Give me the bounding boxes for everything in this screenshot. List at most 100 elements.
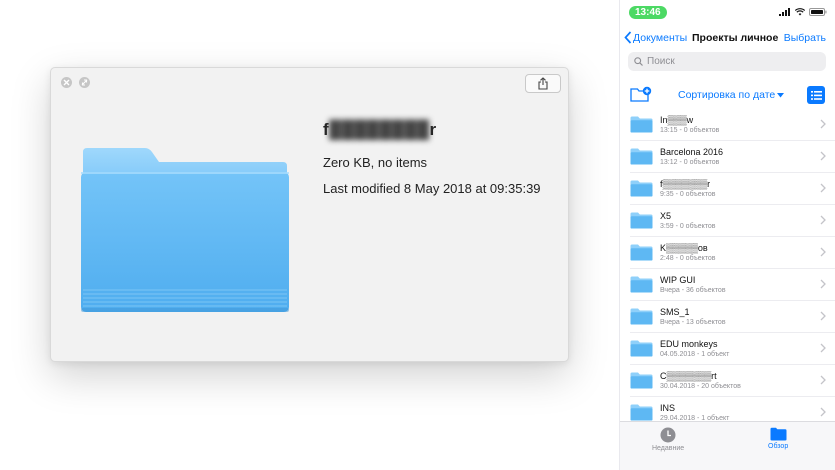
folder-name: X5 [660, 210, 672, 221]
folder-text: Barcelona 2016 13:12 - 0 объектов [660, 147, 723, 167]
folder-icon [630, 212, 653, 229]
folder-icon [630, 340, 653, 357]
page-title: Проекты личное [692, 32, 779, 44]
folder-name: EDU monkeys [660, 338, 718, 349]
folder-icon [630, 276, 653, 293]
folder-meta: 2:48 - 0 объектов [660, 254, 716, 262]
caret-down-icon [777, 92, 785, 97]
status-icons [779, 8, 827, 16]
chevron-right-icon [820, 311, 826, 321]
new-folder-icon [630, 86, 652, 102]
folder-icon [630, 372, 653, 389]
folder-meta: 13:12 - 0 объектов [660, 158, 720, 166]
battery-icon [809, 8, 827, 16]
status-time: 13:46 [629, 6, 667, 19]
folder-list-item[interactable]: WIP GUI Вчера - 36 объектов [630, 269, 835, 301]
file-name: f████████r [323, 120, 541, 140]
folder-text: f▒▒▒▒▒▒▒r 9:35 - 0 объектов [660, 179, 716, 199]
tab-recents[interactable]: Недавние [652, 427, 684, 452]
folder-meta: 3:59 - 0 объектов [660, 222, 716, 230]
folder-list-item[interactable]: X5 3:59 - 0 объектов [630, 205, 835, 237]
chevron-right-icon [820, 247, 826, 257]
ios-files-app: 13:46 Документы Проекты личное Выбрать П… [619, 0, 835, 470]
folder-icon [630, 116, 653, 133]
folder-name: WIP GUI [660, 274, 696, 285]
chevron-right-icon [820, 119, 826, 129]
folder-name: K▒▒▒▒▒ов [660, 242, 708, 253]
folder-preview-icon [79, 146, 291, 319]
folder-list-item[interactable]: Barcelona 2016 13:12 - 0 объектов [630, 141, 835, 173]
sort-menu-button[interactable]: Сортировка по дате [678, 89, 785, 101]
wifi-icon [795, 8, 805, 16]
fullscreen-window-button[interactable] [79, 77, 90, 88]
share-button[interactable] [525, 74, 561, 93]
search-input[interactable] [647, 56, 817, 67]
tab-bar: Недавние Обзор [620, 421, 835, 470]
folder-list-item[interactable]: C▒▒▒▒▒▒▒rt 30.04.2018 - 20 объектов [630, 365, 835, 397]
chevron-right-icon [820, 215, 826, 225]
search-field[interactable] [628, 52, 826, 71]
folder-list-item[interactable]: EDU monkeys 04.05.2018 - 1 объект [630, 333, 835, 365]
search-icon [634, 57, 643, 66]
folder-list-item[interactable]: In▒▒▒w 13:15 - 0 объектов [630, 109, 835, 141]
file-size: Zero KB, no items [323, 155, 428, 170]
chevron-right-icon [820, 151, 826, 161]
folder-list-item[interactable]: f▒▒▒▒▒▒▒r 9:35 - 0 объектов [630, 173, 835, 205]
chevron-right-icon [820, 279, 826, 289]
folder-icon [630, 244, 653, 261]
select-button[interactable]: Выбрать [784, 32, 826, 44]
new-folder-button[interactable] [630, 86, 652, 108]
list-icon [810, 90, 822, 100]
folder-name: C▒▒▒▒▒▒▒rt [660, 370, 717, 381]
folder-icon [770, 427, 787, 441]
folder-name: SMS_1 [660, 306, 690, 317]
chevron-right-icon [820, 343, 826, 353]
folder-name: Barcelona 2016 [660, 146, 724, 157]
folder-list-item[interactable]: K▒▒▒▒▒ов 2:48 - 0 объектов [630, 237, 835, 269]
signal-icon [779, 8, 790, 16]
tab-browse-label: Обзор [768, 443, 789, 450]
tab-recents-label: Недавние [652, 445, 685, 452]
folder-icon [630, 148, 653, 165]
folder-meta: Вчера - 13 объектов [660, 318, 726, 326]
file-name-end: r [429, 120, 437, 139]
folder-text: C▒▒▒▒▒▒▒rt 30.04.2018 - 20 объектов [660, 371, 741, 391]
file-name-redacted: ████████ [329, 120, 430, 139]
sort-label: Сортировка по дате [678, 89, 776, 101]
folder-icon [630, 180, 653, 197]
folder-meta: 13:15 - 0 объектов [660, 126, 720, 134]
folder-name: In▒▒▒w [660, 114, 694, 125]
folder-meta: 30.04.2018 - 20 объектов [660, 382, 741, 390]
folder-text: In▒▒▒w 13:15 - 0 объектов [660, 115, 719, 135]
folder-meta: 04.05.2018 - 1 объект [660, 350, 730, 358]
chevron-right-icon [820, 183, 826, 193]
file-info: f████████r Zero KB, no items Last modifi… [323, 120, 541, 196]
folder-meta: 9:35 - 0 объектов [660, 190, 716, 198]
share-icon [538, 77, 548, 90]
folder-name: INS [660, 402, 676, 413]
chevron-right-icon [820, 407, 826, 417]
folder-text: X5 3:59 - 0 объектов [660, 211, 716, 231]
tab-browse[interactable]: Обзор [768, 427, 788, 450]
folder-text: K▒▒▒▒▒ов 2:48 - 0 объектов [660, 243, 716, 263]
clock-icon [660, 427, 676, 443]
folder-text: SMS_1 Вчера - 13 объектов [660, 307, 726, 327]
file-modified: Last modified 8 May 2018 at 09:35:39 [323, 181, 541, 196]
folder-list: In▒▒▒w 13:15 - 0 объектов Barcelona 2016 13… [620, 109, 835, 429]
status-bar: 13:46 [620, 5, 835, 21]
window-controls [61, 77, 90, 88]
list-toolbar: Сортировка по дате [620, 85, 835, 105]
folder-list-item[interactable]: SMS_1 Вчера - 13 объектов [630, 301, 835, 333]
back-button[interactable]: Документы [624, 31, 687, 44]
close-window-button[interactable] [61, 77, 72, 88]
navigation-bar: Документы Проекты личное Выбрать [620, 30, 835, 48]
folder-icon [630, 308, 653, 325]
quicklook-window: f████████r Zero KB, no items Last modifi… [50, 67, 569, 362]
list-view-toggle[interactable] [807, 86, 825, 104]
folder-name: f▒▒▒▒▒▒▒r [660, 178, 711, 189]
folder-text: EDU monkeys 04.05.2018 - 1 объект [660, 339, 729, 359]
chevron-left-icon [624, 31, 632, 44]
folder-icon [630, 404, 653, 421]
folder-text: WIP GUI Вчера - 36 объектов [660, 275, 726, 295]
back-label: Документы [633, 31, 688, 44]
